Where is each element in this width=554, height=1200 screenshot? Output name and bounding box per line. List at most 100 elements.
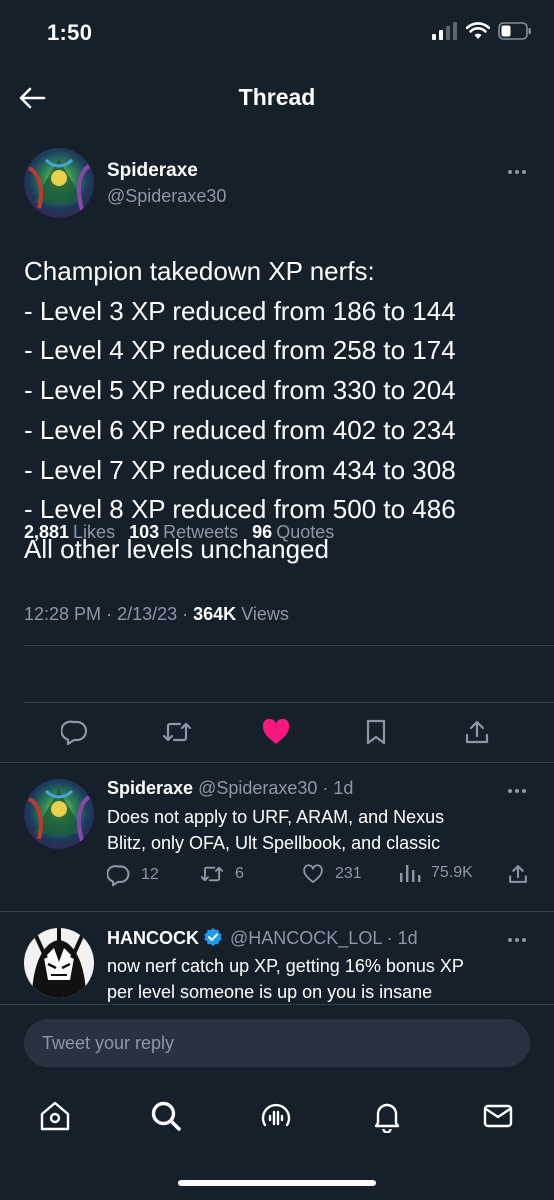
nav-notifications-button[interactable] [367, 1096, 407, 1136]
likes-count: 2,881 [24, 522, 70, 542]
status-bar: 1:50 [0, 0, 554, 70]
tweet-line: - Level 7 XP reduced from 434 to 308 [24, 454, 456, 485]
more-dot [515, 789, 519, 793]
reply-author-avatar[interactable] [24, 779, 94, 849]
reply-like-button[interactable]: 231 [301, 863, 362, 885]
reply-author-handle[interactable]: @Spideraxe30 [198, 778, 317, 798]
avatar-image [24, 148, 94, 218]
retweet-button[interactable] [161, 716, 193, 748]
reply-text-line: Blitz, only OFA, Ult Spellbook, and clas… [107, 833, 441, 853]
like-button[interactable] [260, 716, 292, 748]
reply-author-avatar[interactable] [24, 928, 94, 998]
reply-action-bar: 12 6 231 75.9K [107, 863, 537, 893]
reply-text: now nerf catch up XP, getting 16% bonus … [107, 953, 527, 1004]
reply-header: Spideraxe @Spideraxe30 · 1d [107, 778, 353, 799]
bottom-navigation [0, 1080, 554, 1200]
thread-header: Thread [0, 70, 554, 128]
reply-author-name[interactable]: Spideraxe [107, 778, 193, 798]
wifi-icon [466, 22, 490, 39]
quotes-count: 96 [252, 522, 273, 542]
retweets-label: Retweets [163, 522, 239, 542]
more-dot [522, 170, 526, 174]
reply-text: Does not apply to URF, ARAM, and Nexus B… [107, 804, 527, 856]
status-icons [432, 22, 532, 40]
retweets-stat[interactable]: 103 Retweets [129, 522, 238, 543]
more-horizontal-icon [508, 938, 512, 942]
tweet-line: - Level 5 XP reduced from 330 to 204 [24, 375, 456, 406]
reply-share-button[interactable] [507, 863, 529, 885]
tweet-line: Champion takedown XP nerfs: [24, 256, 375, 286]
bookmark-icon [366, 719, 386, 745]
more-dot [522, 789, 526, 793]
reply-tweet[interactable]: HANCOCK @HANCOCK_LOL · 1d now nerf catch… [0, 912, 554, 1004]
reply-reply-button[interactable]: 12 [107, 863, 159, 887]
nav-spaces-button[interactable] [256, 1096, 296, 1136]
reply-input[interactable] [24, 1019, 530, 1067]
quotes-stat[interactable]: 96 Quotes [252, 522, 334, 543]
views-chart-icon [400, 865, 421, 882]
divider [24, 645, 554, 646]
tweet-timestamp[interactable]: 12:28 PM · 2/13/23 · 364K Views [24, 604, 289, 625]
like-count: 231 [335, 865, 362, 882]
nav-search-button[interactable] [146, 1096, 186, 1136]
meta-separator: · [182, 604, 194, 624]
reply-tweet[interactable]: Spideraxe @Spideraxe30 · 1d Does not app… [0, 763, 554, 911]
reply-bubble-icon [61, 720, 88, 746]
bookmark-button[interactable] [360, 716, 392, 748]
nav-home-button[interactable] [35, 1096, 75, 1136]
more-dot [515, 170, 519, 174]
reply-retweet-button[interactable]: 6 [199, 863, 244, 885]
reply-header: HANCOCK @HANCOCK_LOL · 1d [107, 927, 418, 949]
share-button[interactable] [461, 716, 493, 748]
author-avatar[interactable] [24, 148, 94, 218]
reply-bubble-icon [107, 865, 130, 887]
retweets-count: 103 [129, 522, 160, 542]
reply-text-line: Does not apply to URF, ARAM, and Nexus [107, 807, 445, 827]
tweet-date: 2/13/23 [117, 604, 178, 624]
likes-stat[interactable]: 2,881 Likes [24, 522, 115, 543]
reply-composer [0, 1004, 554, 1080]
reply-more-options-button[interactable] [502, 930, 532, 950]
home-icon [40, 1101, 70, 1131]
search-icon [151, 1101, 181, 1131]
views-label: Views [241, 604, 289, 624]
more-dot [515, 938, 519, 942]
retweet-icon [200, 866, 224, 882]
more-horizontal-icon [508, 170, 512, 174]
reply-count: 12 [141, 866, 159, 883]
author-name[interactable]: Spideraxe [107, 160, 198, 182]
battery-icon [498, 22, 531, 40]
heart-outline-icon [303, 864, 323, 883]
status-time: 1:50 [47, 20, 93, 45]
reply-views-button[interactable]: 75.9K [399, 863, 473, 883]
tweet-line: - Level 4 XP reduced from 258 to 174 [24, 335, 456, 366]
divider [24, 702, 554, 703]
reply-more-options-button[interactable] [502, 781, 532, 801]
author-handle[interactable]: @Spideraxe30 [107, 186, 226, 207]
avatar-image [24, 928, 94, 998]
tweet-action-bar [0, 710, 554, 754]
avatar-image [24, 779, 94, 849]
nav-messages-button[interactable] [478, 1096, 518, 1136]
retweet-icon [162, 722, 192, 742]
reply-author-handle[interactable]: @HANCOCK_LOL [230, 928, 382, 948]
tweet-line: - Level 6 XP reduced from 402 to 234 [24, 414, 456, 445]
views-count: 364K [193, 604, 237, 624]
tweet-time: 12:28 PM [24, 604, 102, 624]
reply-author-name[interactable]: HANCOCK [107, 928, 199, 948]
likes-label: Likes [73, 522, 116, 542]
tweet-stats: 2,881 Likes 103 Retweets 96 Quotes [24, 522, 334, 543]
heart-icon [262, 718, 290, 744]
reply-text-line: now nerf catch up XP, getting 16% bonus … [107, 956, 464, 976]
spaces-icon [261, 1103, 291, 1127]
more-dot [522, 938, 526, 942]
meta-separator: · [381, 928, 398, 948]
more-options-button[interactable] [502, 162, 532, 182]
reply-text-line: per level someone is up on you is insane [107, 982, 433, 1002]
meta-separator: · [106, 604, 118, 624]
meta-separator: · [317, 778, 334, 798]
reply-button[interactable] [59, 716, 91, 748]
home-indicator [178, 1180, 376, 1186]
messages-icon [483, 1104, 513, 1128]
reply-age: 1d [333, 778, 354, 798]
